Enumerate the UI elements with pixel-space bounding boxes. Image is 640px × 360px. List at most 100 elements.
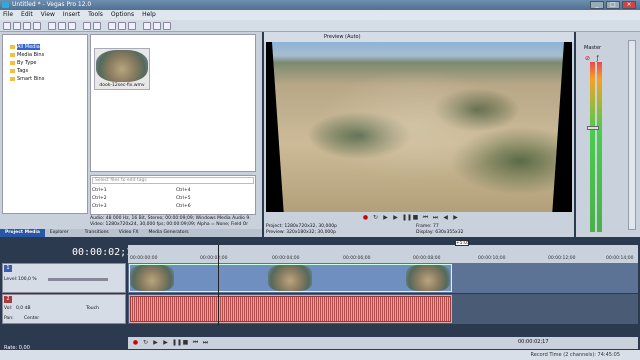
go-to-start-icon[interactable]: ⏮: [422, 214, 429, 221]
folder-icon: [10, 44, 15, 49]
zoom-tool-icon[interactable]: [128, 22, 136, 30]
loop-icon[interactable]: ↻: [142, 339, 149, 346]
play-from-start-icon[interactable]: ▶: [382, 214, 389, 221]
track-number: 2: [4, 296, 12, 303]
stop-icon[interactable]: ■: [412, 214, 419, 221]
tree-item-by-type[interactable]: By Type: [10, 60, 36, 66]
menu-edit[interactable]: Edit: [21, 10, 33, 20]
title-bar: Untitled * - Vegas Pro 12.0 _ □ ×: [0, 0, 640, 10]
shortcut-label: Ctrl+1: [92, 188, 107, 193]
mute-icon[interactable]: ⊘: [584, 55, 591, 62]
tab-project-media[interactable]: Project Media: [0, 229, 45, 237]
folder-icon: [10, 76, 15, 81]
go-to-end-icon[interactable]: ⏭: [432, 214, 439, 221]
close-button[interactable]: ×: [622, 1, 636, 9]
status-bar: Rate: 0,00 Record Time (2 channels): 74:…: [0, 345, 640, 360]
ruler-tick: 00:00:10;00: [478, 256, 506, 261]
menu-options[interactable]: Options: [111, 10, 134, 20]
tree-item-media-bins[interactable]: Media Bins: [10, 52, 44, 58]
render-icon[interactable]: [33, 22, 41, 30]
shortcut-label: Ctrl+3: [92, 204, 107, 209]
loop-icon[interactable]: ↻: [372, 214, 379, 221]
menu-help[interactable]: Help: [142, 10, 156, 20]
minimize-button[interactable]: _: [590, 1, 604, 9]
menu-file[interactable]: File: [3, 10, 13, 20]
media-filename: dook-12sec-fix.wmv: [99, 83, 145, 88]
ruler-tick: 00:00:00:00: [130, 256, 158, 261]
preview-toolbar: Preview (Auto): [264, 32, 574, 42]
media-thumbnail: [96, 50, 148, 82]
mixer-scrollbar[interactable]: [628, 40, 636, 230]
menu-insert[interactable]: Insert: [63, 10, 80, 20]
preview-frame-highlight: [300, 60, 530, 190]
open-icon[interactable]: [13, 22, 21, 30]
level-slider[interactable]: [48, 278, 108, 281]
prev-frame-icon[interactable]: ◀: [442, 214, 449, 221]
tab-video-fx[interactable]: Video FX: [114, 229, 144, 237]
paste-icon[interactable]: [68, 22, 76, 30]
tree-item-all-media[interactable]: All Media: [10, 44, 40, 50]
audio-waveform: [131, 297, 450, 321]
video-thumbnail: [130, 265, 174, 291]
pan-value: Center: [24, 316, 40, 321]
folder-icon: [10, 52, 15, 57]
play-icon[interactable]: ▶: [392, 214, 399, 221]
preview-transport: ● ↻ ▶ ▶ ❚❚ ■ ⏮ ⏭ ◀ ▶: [266, 212, 572, 222]
record-icon[interactable]: ●: [362, 214, 369, 221]
tag-search-input[interactable]: Select files to edit tags: [92, 177, 254, 184]
mixer-title: Master: [584, 45, 602, 51]
vol-label: Vol:: [4, 306, 13, 311]
tree-item-smart-bins[interactable]: Smart Bins: [10, 76, 44, 82]
master-fader[interactable]: [587, 126, 599, 130]
vegas-app-icon: [2, 2, 9, 8]
ruler-tick: 00:00:12;00: [548, 256, 576, 261]
video-thumbnail: [406, 265, 450, 291]
left-tabs: Project Media Explorer Transitions Video…: [0, 229, 262, 237]
snapping-icon[interactable]: [143, 22, 151, 30]
preview-quality-dropdown[interactable]: Preview (Auto): [324, 32, 361, 42]
pause-icon[interactable]: ❚❚: [402, 214, 412, 221]
undo-icon[interactable]: [83, 22, 91, 30]
envelope-tool-icon[interactable]: [118, 22, 126, 30]
cut-icon[interactable]: [48, 22, 56, 30]
level-meter-right: [597, 62, 602, 232]
loop-region-marker[interactable]: +5:05: [455, 240, 470, 246]
lock-envelopes-icon[interactable]: [163, 22, 171, 30]
play-icon[interactable]: ▶: [162, 339, 169, 346]
playhead[interactable]: [218, 245, 219, 325]
vol-value: 0,0 dB: [16, 306, 31, 311]
ruler-tick: 00:00:08;00: [413, 256, 441, 261]
tree-item-tags[interactable]: Tags: [10, 68, 28, 74]
go-to-start-icon[interactable]: ⏮: [192, 339, 199, 346]
play-from-start-icon[interactable]: ▶: [152, 339, 159, 346]
cursor-position: 00:00:02;17: [518, 339, 549, 345]
record-time: Record Time (2 channels): 74:45:05: [530, 352, 620, 358]
tab-media-generators[interactable]: Media Generators: [144, 229, 194, 237]
rate-label: Rate: 0,00: [4, 345, 30, 351]
record-icon[interactable]: ●: [132, 339, 139, 346]
tab-transitions[interactable]: Transitions: [80, 229, 114, 237]
next-frame-icon[interactable]: ▶: [452, 214, 459, 221]
level-label: Level:: [4, 277, 18, 282]
save-icon[interactable]: [23, 22, 31, 30]
pause-icon[interactable]: ❚❚: [172, 339, 182, 346]
pan-label: Pan:: [4, 316, 14, 321]
automation-mode[interactable]: Touch: [86, 306, 99, 311]
tab-explorer[interactable]: Explorer: [45, 229, 74, 237]
folder-icon: [10, 68, 15, 73]
ruler-tick: 00:00:14;00: [606, 256, 634, 261]
fx-icon[interactable]: ƒ: [594, 55, 601, 62]
level-meter-left: [590, 62, 595, 232]
go-to-end-icon[interactable]: ⏭: [202, 339, 209, 346]
menu-view[interactable]: View: [41, 10, 55, 20]
auto-ripple-icon[interactable]: [153, 22, 161, 30]
stop-icon[interactable]: ■: [182, 339, 189, 346]
redo-icon[interactable]: [93, 22, 101, 30]
edit-tool-icon[interactable]: [108, 22, 116, 30]
new-project-icon[interactable]: [3, 22, 11, 30]
copy-icon[interactable]: [58, 22, 66, 30]
shortcut-label: Ctrl+2: [92, 196, 107, 201]
maximize-button[interactable]: □: [606, 1, 620, 9]
track-number: 1: [4, 265, 12, 272]
menu-tools[interactable]: Tools: [88, 10, 103, 20]
